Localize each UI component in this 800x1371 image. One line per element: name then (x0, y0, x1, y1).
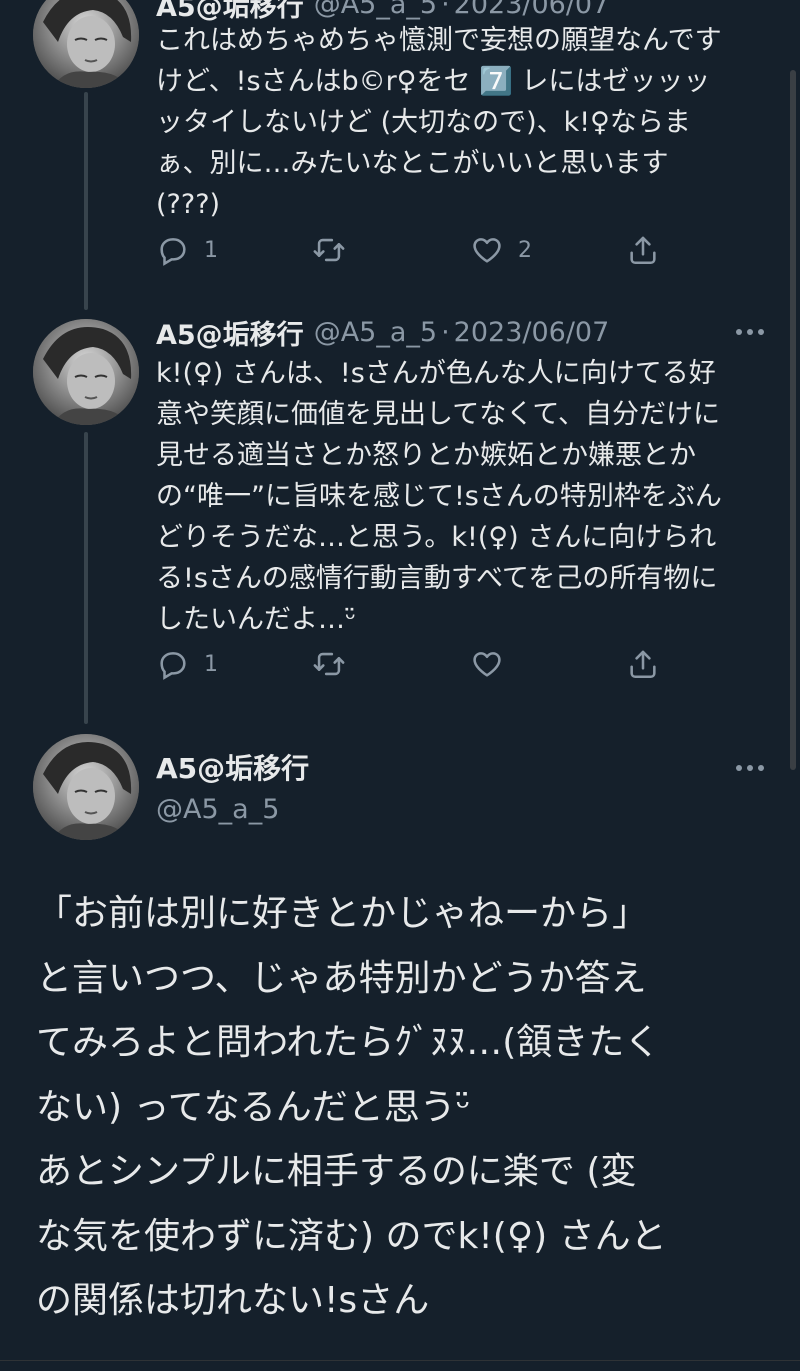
avatar[interactable] (33, 319, 139, 425)
share-button[interactable] (626, 644, 660, 684)
tweet-date[interactable]: 2023/06/07 (454, 317, 610, 348)
thread-line (84, 432, 88, 724)
heart-icon (473, 652, 501, 677)
more-icon[interactable] (736, 763, 764, 773)
tweet-header: A5@垢移行 @A5_a_5 · 2023/06/07 (156, 310, 770, 354)
like-button[interactable] (470, 644, 504, 684)
like-count: 2 (518, 237, 532, 263)
tweet-text: これはめちゃめちゃ憶測で妄想の願望なんです けど、!sさんはb©r♀をセ 7️⃣… (156, 25, 722, 220)
retweet-icon (313, 238, 345, 262)
user-handle[interactable]: @A5_a_5 (314, 0, 437, 20)
tweet-text: k!(♀) さんは、!sさんが色んな人に向けてる好 意や笑顔に価値を見出してなく… (156, 358, 722, 635)
separator-dot: · (441, 0, 450, 20)
avatar[interactable] (33, 734, 139, 840)
focus-tweet-header: A5@垢移行 @A5_a_5 (156, 748, 309, 830)
reply-icon (160, 238, 186, 266)
heart-icon (473, 238, 501, 263)
avatar[interactable] (33, 0, 139, 88)
tweet-actions: 1 2 (156, 230, 676, 270)
retweet-button[interactable] (312, 644, 346, 684)
divider (0, 1360, 800, 1361)
share-icon (630, 236, 656, 265)
reply-count: 1 (204, 651, 218, 677)
more-icon[interactable] (736, 327, 764, 337)
display-name[interactable]: A5@垢移行 (156, 313, 304, 352)
reply-count: 1 (204, 237, 218, 263)
tweet-actions: 1 (156, 644, 676, 684)
scrollbar[interactable] (790, 70, 796, 770)
share-icon (630, 650, 656, 679)
tweet-date[interactable]: 2023/06/07 (454, 0, 610, 20)
user-handle[interactable]: @A5_a_5 (314, 317, 437, 348)
display-name[interactable]: A5@垢移行 (156, 748, 309, 790)
separator-dot: · (441, 316, 450, 348)
thread-line (84, 92, 88, 310)
retweet-button[interactable] (312, 230, 346, 270)
focus-tweet-text: 「お前は別に好きとかじゃねーから」 と言いつつ、じゃあ特別かどうか答え てみろよ… (36, 893, 667, 1321)
retweet-icon (313, 652, 345, 676)
reply-button[interactable]: 1 (156, 644, 218, 684)
user-handle[interactable]: @A5_a_5 (156, 790, 309, 830)
reply-button[interactable]: 1 (156, 230, 218, 270)
share-button[interactable] (626, 230, 660, 270)
like-button[interactable]: 2 (470, 230, 532, 270)
reply-icon (160, 652, 186, 680)
